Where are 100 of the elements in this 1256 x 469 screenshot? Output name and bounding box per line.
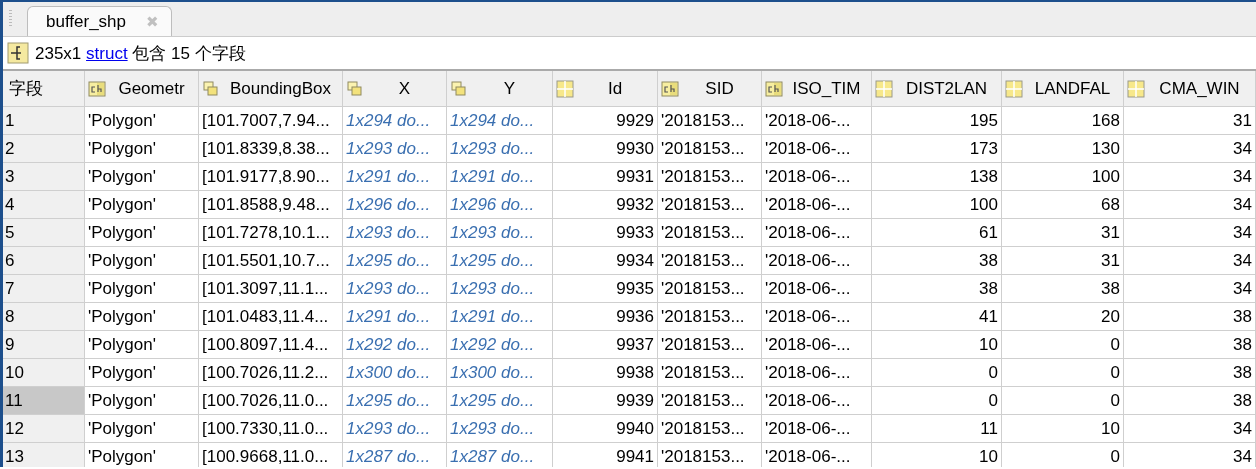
grid-icon <box>1005 79 1023 98</box>
table-cell: 'Polygon' <box>85 135 199 163</box>
table-cell: 1x296 do... <box>343 191 447 219</box>
grid-icon <box>1127 79 1145 98</box>
table-cell: 1x293 do... <box>343 415 447 443</box>
column-header[interactable]: Geometr <box>85 71 199 107</box>
table-cell: '2018-06-... <box>762 303 872 331</box>
table-cell: '2018153... <box>658 443 762 467</box>
table-cell: 9931 <box>553 163 658 191</box>
char-type-icon <box>88 79 106 98</box>
table-cell: 1x295 do... <box>343 247 447 275</box>
table-cell: 1x300 do... <box>343 359 447 387</box>
column-header[interactable]: BoundingBox <box>199 71 343 107</box>
table-cell: 1x291 do... <box>343 163 447 191</box>
table-cell: [100.7330,11.0... <box>199 415 343 443</box>
table-cell: 38 <box>872 275 1002 303</box>
table-cell: '2018153... <box>658 359 762 387</box>
row-number[interactable]: 6 <box>3 247 85 275</box>
table-cell: 9933 <box>553 219 658 247</box>
column-header[interactable]: SID <box>658 71 762 107</box>
grip-handle[interactable] <box>9 10 12 28</box>
column-header[interactable]: CMA_WIN <box>1124 71 1256 107</box>
table-cell: 'Polygon' <box>85 303 199 331</box>
column-header[interactable]: LANDFAL <box>1002 71 1124 107</box>
table-cell: '2018153... <box>658 415 762 443</box>
table-cell: 173 <box>872 135 1002 163</box>
table-cell: 'Polygon' <box>85 331 199 359</box>
table-cell: [101.8339,8.38... <box>199 135 343 163</box>
table-cell: 1x296 do... <box>447 191 553 219</box>
char-type-icon <box>661 79 679 98</box>
table-cell: 1x292 do... <box>343 331 447 359</box>
table-cell: 130 <box>1002 135 1124 163</box>
table-cell: 1x295 do... <box>447 387 553 415</box>
table-cell: 38 <box>872 247 1002 275</box>
table-cell: 1x300 do... <box>447 359 553 387</box>
row-number[interactable]: 5 <box>3 219 85 247</box>
table-cell: 'Polygon' <box>85 443 199 467</box>
table-cell: 31 <box>1002 219 1124 247</box>
table-cell: '2018-06-... <box>762 275 872 303</box>
tab[interactable]: buffer_shp ✖ <box>27 6 172 36</box>
struct-link[interactable]: struct <box>86 43 128 63</box>
column-header[interactable]: ISO_TIM <box>762 71 872 107</box>
table-cell: 1x291 do... <box>343 303 447 331</box>
table-cell: '2018153... <box>658 135 762 163</box>
table-cell: [101.5501,10.7... <box>199 247 343 275</box>
column-header: 字段 <box>3 71 85 107</box>
table-cell: 68 <box>1002 191 1124 219</box>
table-cell: '2018-06-... <box>762 443 872 467</box>
table-cell: 9929 <box>553 107 658 135</box>
table-cell: 9934 <box>553 247 658 275</box>
table-cell: '2018153... <box>658 387 762 415</box>
table-cell: 9940 <box>553 415 658 443</box>
table-cell: '2018-06-... <box>762 415 872 443</box>
column-header[interactable]: Y <box>447 71 553 107</box>
table-cell: 1x287 do... <box>343 443 447 467</box>
table-cell: 1x287 do... <box>447 443 553 467</box>
table-cell: 31 <box>1124 107 1256 135</box>
column-header[interactable]: DIST2LAN <box>872 71 1002 107</box>
table-cell: 0 <box>872 359 1002 387</box>
table-cell: [100.7026,11.0... <box>199 387 343 415</box>
row-number[interactable]: 13 <box>3 443 85 467</box>
column-header[interactable]: X <box>343 71 447 107</box>
table-cell: 10 <box>872 331 1002 359</box>
row-number[interactable]: 8 <box>3 303 85 331</box>
table-cell: 9937 <box>553 331 658 359</box>
table-cell: 'Polygon' <box>85 387 199 415</box>
stacked-squares-icon <box>346 79 364 98</box>
table-cell: [101.0483,11.4... <box>199 303 343 331</box>
row-number[interactable]: 10 <box>3 359 85 387</box>
row-number[interactable]: 11 <box>3 387 85 415</box>
table-cell: 20 <box>1002 303 1124 331</box>
column-header[interactable]: Id <box>553 71 658 107</box>
table-cell: 34 <box>1124 135 1256 163</box>
table-cell: 'Polygon' <box>85 415 199 443</box>
table-cell: 1x295 do... <box>343 387 447 415</box>
table-cell: '2018153... <box>658 191 762 219</box>
table-cell: 10 <box>1002 415 1124 443</box>
table-cell: 1x293 do... <box>343 219 447 247</box>
table-cell: 195 <box>872 107 1002 135</box>
table-cell: 38 <box>1124 331 1256 359</box>
row-number[interactable]: 3 <box>3 163 85 191</box>
table-cell: 168 <box>1002 107 1124 135</box>
table-cell: 'Polygon' <box>85 107 199 135</box>
table-cell: '2018153... <box>658 247 762 275</box>
table-cell: 34 <box>1124 247 1256 275</box>
row-number[interactable]: 9 <box>3 331 85 359</box>
row-number[interactable]: 12 <box>3 415 85 443</box>
table-cell: 9932 <box>553 191 658 219</box>
table-cell: 34 <box>1124 275 1256 303</box>
row-number[interactable]: 4 <box>3 191 85 219</box>
row-number[interactable]: 1 <box>3 107 85 135</box>
row-number[interactable]: 2 <box>3 135 85 163</box>
table-cell: 1x291 do... <box>447 303 553 331</box>
row-number[interactable]: 7 <box>3 275 85 303</box>
table-cell: 1x294 do... <box>447 107 553 135</box>
table-cell: '2018-06-... <box>762 359 872 387</box>
stacked-squares-icon <box>450 79 468 98</box>
table-cell: 0 <box>1002 387 1124 415</box>
table-cell: 1x293 do... <box>447 415 553 443</box>
grid-icon <box>556 79 574 98</box>
